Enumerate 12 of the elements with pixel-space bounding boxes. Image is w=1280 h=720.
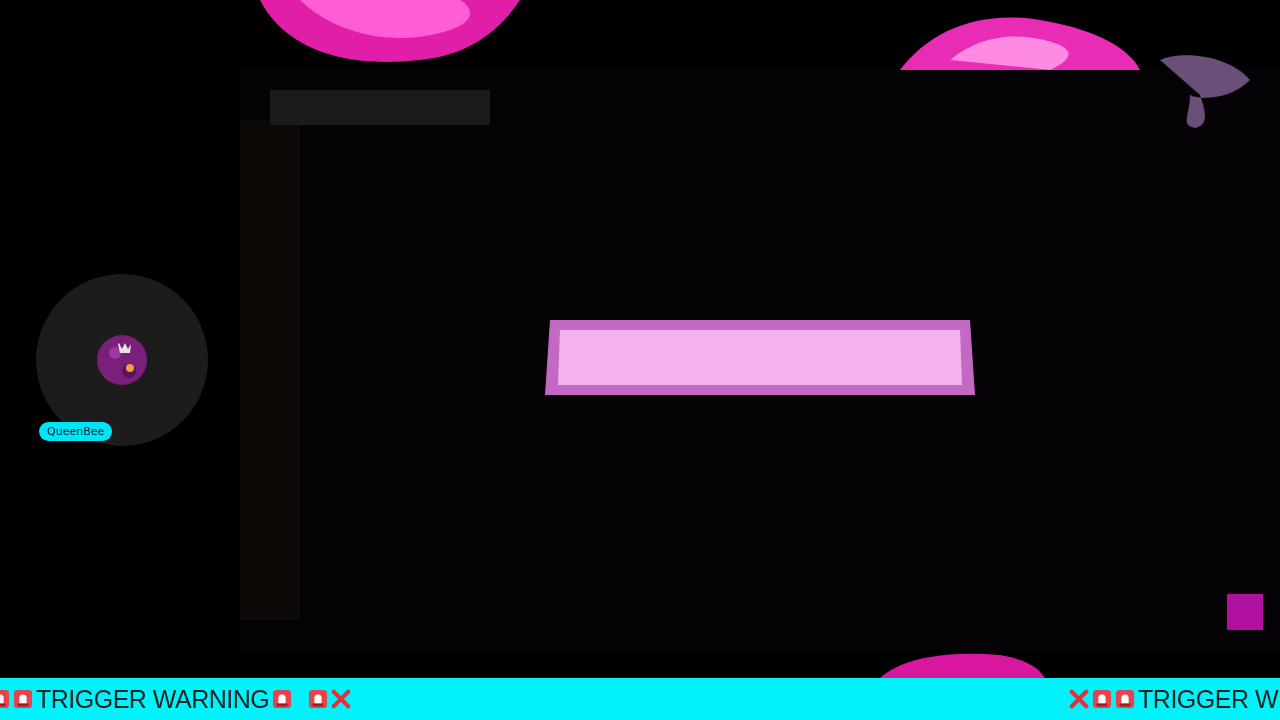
- siren-icon: [1092, 689, 1113, 709]
- siren-icon: [308, 689, 329, 709]
- cross-icon: [1069, 689, 1090, 709]
- siren-icon: [1115, 689, 1136, 709]
- avatar-icon: [97, 335, 147, 385]
- siren-icon: [13, 689, 33, 709]
- ticker-text: TRIGGER WARNING: [36, 684, 270, 714]
- app-icon[interactable]: [1227, 594, 1263, 630]
- cross-icon: [331, 689, 352, 709]
- streamer-name: QueenBee: [39, 422, 113, 441]
- siren-icon: [272, 689, 293, 709]
- ticker-text: TRIGGER W: [1138, 684, 1278, 714]
